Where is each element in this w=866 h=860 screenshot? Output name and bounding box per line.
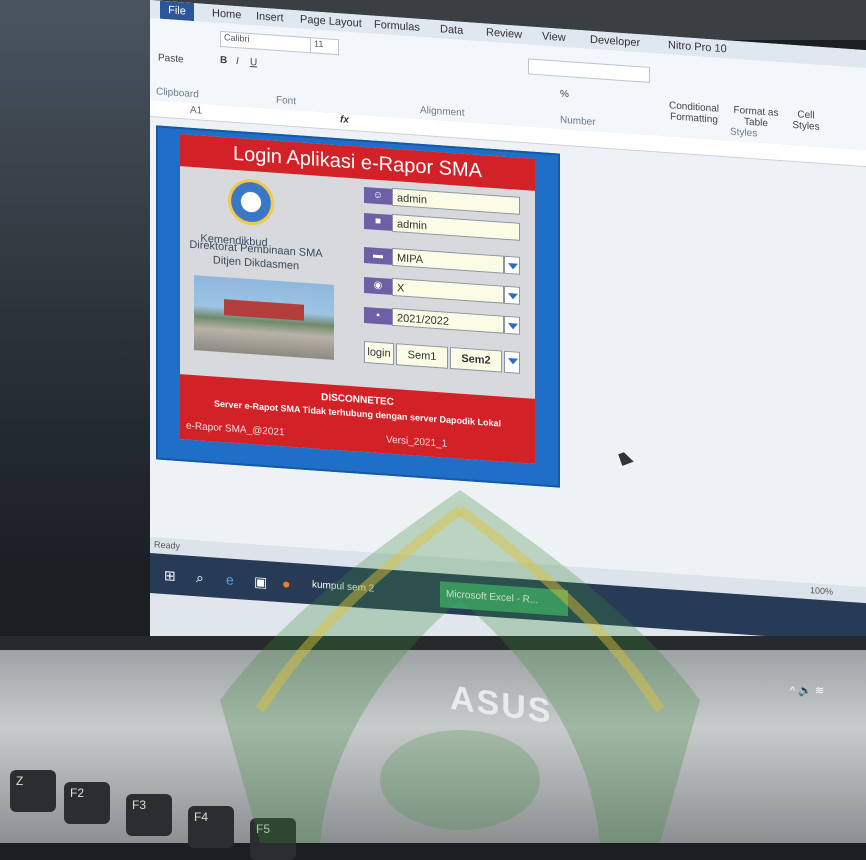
dialog-title: Login Aplikasi e-Rapor SMA: [180, 134, 535, 191]
folder-icon: ▬: [364, 246, 392, 265]
username-field[interactable]: admin: [392, 187, 520, 215]
school-photo: [194, 275, 334, 360]
sem1-button[interactable]: Sem1: [396, 343, 448, 369]
system-tray: ^ 🔈 ≋: [790, 684, 824, 697]
edge-icon[interactable]: e: [220, 566, 240, 593]
tab-view[interactable]: View: [542, 30, 566, 44]
name-box[interactable]: A1: [190, 105, 202, 117]
key-f2[interactable]: F2: [64, 782, 110, 824]
jurusan-dropdown-icon[interactable]: [504, 255, 520, 275]
wifi-icon[interactable]: ≋: [815, 685, 824, 697]
group-font: Font: [276, 94, 297, 108]
group-number: Number: [560, 114, 596, 129]
key-f3[interactable]: F3: [126, 794, 172, 836]
tahun-select[interactable]: 2021/2022: [392, 307, 504, 334]
tahun-dropdown-icon[interactable]: [504, 315, 520, 335]
tut-wuri-logo-icon: [228, 177, 274, 227]
calendar-icon: ▪: [364, 306, 392, 325]
kelas-select[interactable]: X: [392, 277, 504, 304]
jurusan-select[interactable]: MIPA: [392, 247, 504, 274]
conditional-formatting-button[interactable]: Conditional Formatting: [662, 100, 726, 126]
footer-copyright: e-Rapor SMA_@2021: [186, 420, 285, 439]
group-clipboard: Clipboard: [156, 86, 199, 101]
tab-page-layout[interactable]: Page Layout: [300, 13, 362, 29]
key-f4[interactable]: F4: [188, 806, 234, 848]
password-field[interactable]: admin: [392, 213, 520, 241]
worksheet[interactable]: Login Aplikasi e-Rapor SMA Direktorat Pe…: [150, 117, 866, 588]
tab-nitro[interactable]: Nitro Pro 10: [668, 39, 727, 55]
fx-icon[interactable]: fx: [340, 114, 349, 126]
key-z[interactable]: Z: [10, 770, 56, 812]
monitor-bezel-left: [0, 0, 160, 560]
tab-review[interactable]: Review: [486, 26, 522, 41]
zoom-level[interactable]: 100%: [810, 585, 833, 597]
search-icon[interactable]: ⌕: [190, 564, 210, 591]
tab-insert[interactable]: Insert: [256, 10, 284, 24]
percent-button[interactable]: %: [560, 89, 569, 101]
volume-icon[interactable]: 🔈: [798, 685, 812, 697]
firefox-icon[interactable]: ●: [276, 570, 296, 597]
font-size-select[interactable]: 11: [310, 37, 339, 56]
semester-dropdown-icon[interactable]: [504, 350, 520, 374]
school-roof: [224, 299, 304, 321]
tab-developer[interactable]: Developer: [590, 34, 640, 50]
tab-file[interactable]: File: [160, 0, 194, 22]
taskbar-item-excel[interactable]: Microsoft Excel - R...: [440, 581, 568, 617]
login-panel: Login Aplikasi e-Rapor SMA Direktorat Pe…: [180, 134, 535, 464]
sem2-button[interactable]: Sem2: [450, 346, 502, 373]
windows-start-icon[interactable]: ⊞: [158, 562, 182, 590]
class-icon: ◉: [364, 276, 392, 295]
cell-styles-button[interactable]: Cell Styles: [786, 108, 826, 133]
taskbar-item-folder[interactable]: kumpul sem 2: [306, 572, 428, 607]
group-alignment: Alignment: [420, 104, 465, 119]
underline-icon[interactable]: U: [250, 57, 257, 69]
number-format-select[interactable]: [528, 58, 650, 83]
bold-icon[interactable]: B: [220, 55, 227, 67]
tab-data[interactable]: Data: [440, 23, 463, 37]
store-icon[interactable]: ▣: [248, 568, 273, 596]
paste-button[interactable]: Paste: [158, 53, 184, 66]
font-name-select[interactable]: Calibri: [220, 30, 311, 54]
tab-home[interactable]: Home: [212, 7, 241, 21]
login-button[interactable]: login: [364, 340, 394, 366]
kelas-dropdown-icon[interactable]: [504, 285, 520, 305]
group-styles: Styles: [730, 126, 758, 140]
login-dialog: Login Aplikasi e-Rapor SMA Direktorat Pe…: [156, 125, 560, 488]
italic-icon[interactable]: I: [236, 56, 239, 67]
footer-version: Versi_2021_1: [386, 434, 448, 450]
connection-status: DISCONNETEC Server e-Rapot SMA Tidak ter…: [180, 374, 535, 464]
excel-window: File Home Insert Page Layout Formulas Da…: [150, 0, 866, 691]
user-icon: ☺: [364, 186, 392, 205]
lock-icon: ■: [364, 212, 392, 231]
status-ready: Ready: [154, 539, 181, 552]
chevron-up-icon[interactable]: ^: [790, 685, 795, 697]
key-f5[interactable]: F5: [250, 818, 296, 860]
tab-formulas[interactable]: Formulas: [374, 19, 420, 34]
